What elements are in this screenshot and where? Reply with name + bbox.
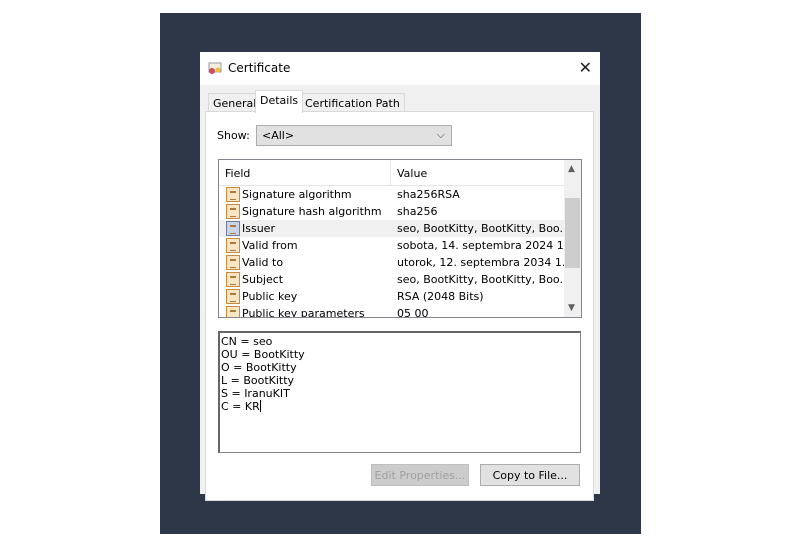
list-item[interactable]: Public key parameters 05 00 [219, 305, 564, 318]
field-value: sobota, 14. septembra 2024 1... [397, 239, 575, 252]
field-value: 05 00 [397, 307, 429, 318]
detail-text: S = IranuKIT [221, 387, 290, 400]
show-value: <All> [262, 129, 295, 142]
tab-details[interactable]: Details [255, 90, 304, 113]
list-item[interactable]: Signature hash algorithm sha256 [219, 203, 564, 220]
scrollbar[interactable]: ▲ ▼ [564, 160, 581, 317]
detail-line: CN = seo [221, 335, 579, 348]
field-name: Signature hash algorithm [242, 205, 382, 218]
chevron-down-icon: ⌵ [436, 128, 445, 141]
detail-text: CN = seo [221, 335, 273, 348]
certificate-dialog: Certificate ✕ General Details Certificat… [200, 52, 600, 501]
fields-list[interactable]: Field Value Signature algorithm sha256RSA… [218, 159, 582, 318]
certificate-icon [208, 62, 222, 74]
field-value: utorok, 12. septembra 2034 1... [397, 256, 573, 269]
copy-to-file-button[interactable]: Copy to File... [480, 464, 580, 486]
certificate-field-icon [226, 238, 240, 253]
close-icon[interactable]: ✕ [579, 58, 592, 77]
title-bar: Certificate ✕ [200, 52, 600, 85]
field-value: sha256RSA [397, 188, 460, 201]
field-name: Signature algorithm [242, 188, 352, 201]
field-name: Public key [242, 290, 298, 303]
column-divider[interactable] [390, 160, 391, 186]
detail-text: O = BootKitty [221, 361, 297, 374]
scrollbar-thumb[interactable] [565, 198, 580, 268]
scroll-down-icon[interactable]: ▼ [568, 303, 575, 313]
detail-text: C = KR [221, 400, 260, 413]
field-name: Public key parameters [242, 307, 365, 318]
field-value: seo, BootKitty, BootKitty, Boo... [397, 222, 570, 235]
list-item[interactable]: Signature algorithm sha256RSA [219, 186, 564, 203]
tab-certification-path[interactable]: Certification Path [300, 93, 405, 112]
field-value: sha256 [397, 205, 438, 218]
field-value: seo, BootKitty, BootKitty, Boo... [397, 273, 570, 286]
detail-line: S = IranuKIT [221, 387, 579, 400]
details-panel: Show: <All> ⌵ Field Value Signature algor… [205, 111, 594, 501]
show-dropdown[interactable]: <All> ⌵ [256, 125, 452, 146]
scroll-up-icon[interactable]: ▲ [568, 164, 575, 174]
field-name: Issuer [242, 222, 275, 235]
text-caret [259, 400, 261, 412]
list-item[interactable]: Subject seo, BootKitty, BootKitty, Boo... [219, 271, 570, 288]
field-detail-textbox[interactable]: CN = seo OU = BootKitty O = BootKitty L = B… [218, 331, 581, 453]
show-label: Show: [217, 129, 250, 142]
field-name: Valid to [242, 256, 284, 269]
certificate-field-icon [226, 272, 240, 287]
column-header-value[interactable]: Value [397, 167, 427, 180]
certificate-field-icon [226, 221, 240, 236]
list-item[interactable]: Valid from sobota, 14. septembra 2024 1..… [219, 237, 574, 254]
list-item[interactable]: Valid to utorok, 12. septembra 2034 1... [219, 254, 572, 271]
detail-line: OU = BootKitty [221, 348, 579, 361]
field-name: Subject [242, 273, 284, 286]
certificate-field-icon [226, 289, 240, 304]
detail-line: O = BootKitty [221, 361, 579, 374]
column-header-field[interactable]: Field [225, 167, 250, 180]
list-item[interactable]: Issuer seo, BootKitty, BootKitty, Boo... [219, 220, 570, 237]
detail-line: C = KR [221, 400, 579, 413]
tab-general[interactable]: General [208, 93, 262, 112]
field-value: RSA (2048 Bits) [397, 290, 484, 303]
edit-properties-button[interactable]: Edit Properties... [371, 464, 469, 486]
list-header: Field Value [219, 160, 564, 186]
field-name: Valid from [242, 239, 298, 252]
detail-text: L = BootKitty [221, 374, 295, 387]
certificate-field-icon [226, 204, 240, 219]
list-item[interactable]: Public key RSA (2048 Bits) [219, 288, 564, 305]
window-title: Certificate [228, 61, 291, 75]
certificate-field-icon [226, 187, 240, 202]
detail-line: L = BootKitty [221, 374, 579, 387]
certificate-field-icon [226, 306, 240, 317]
detail-text: OU = BootKitty [221, 348, 305, 361]
certificate-field-icon [226, 255, 240, 270]
